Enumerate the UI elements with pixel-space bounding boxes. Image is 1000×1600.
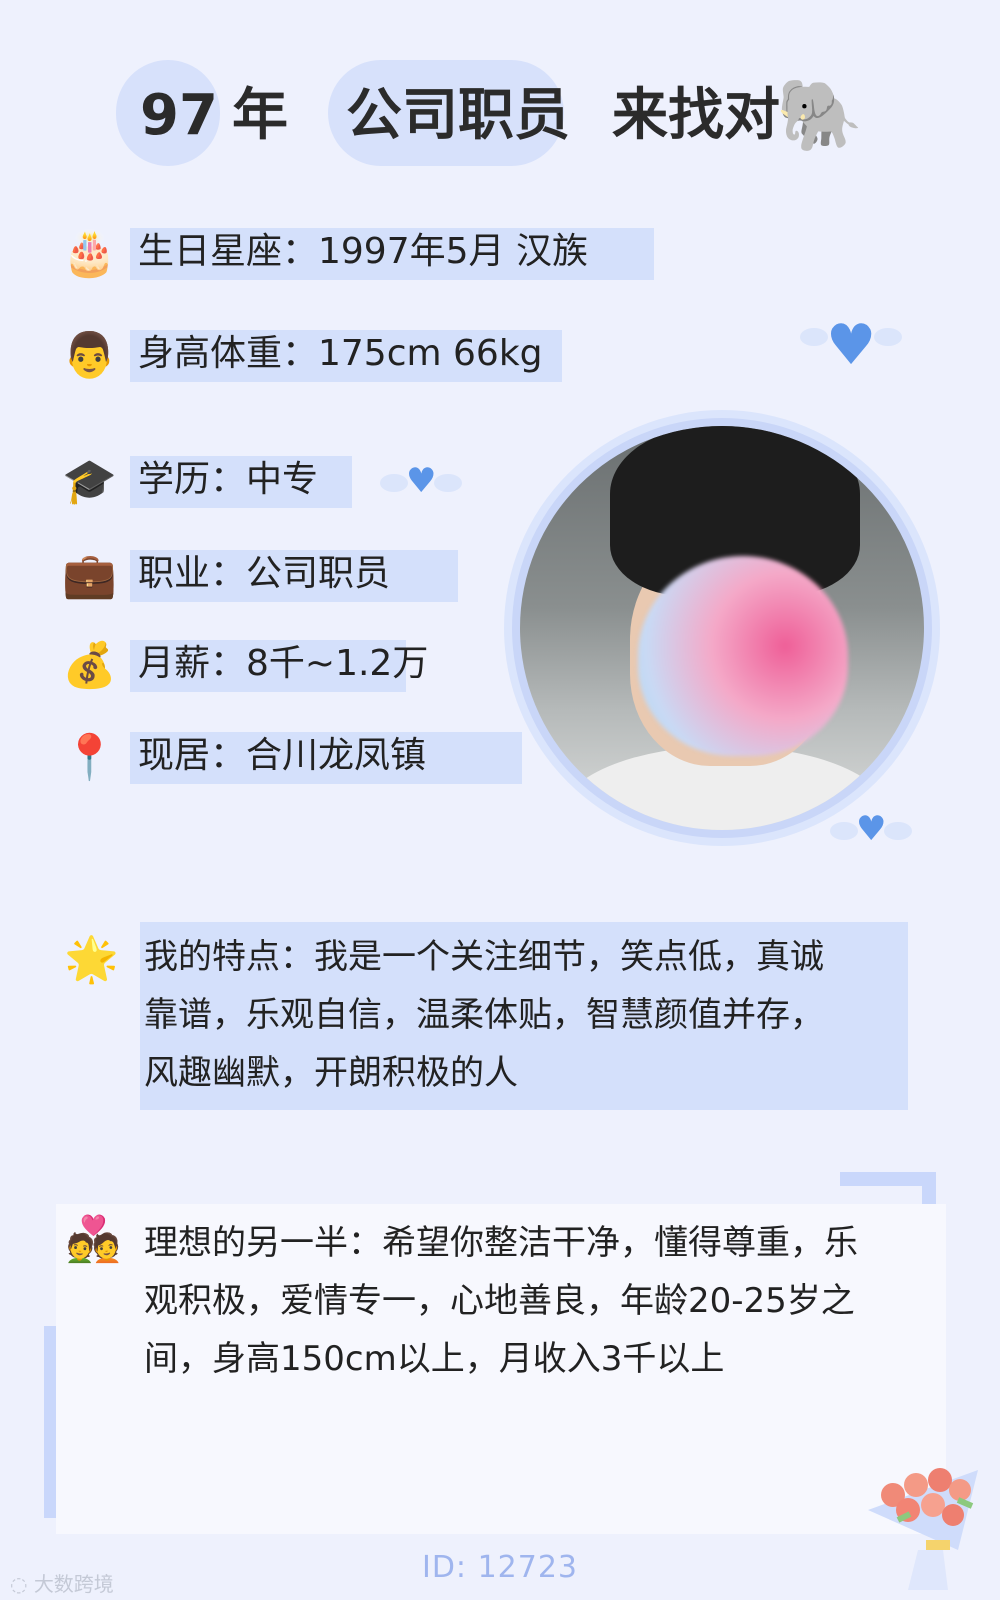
ideal-text: 理想的另一半：希望你整洁干净，懂得尊重，乐 观积极，爱情专一，心地善良，年龄20… [144, 1214, 858, 1388]
small-heart-icon: ♥ [379, 461, 464, 501]
salary-label: 月薪：8千~1.2万 [138, 643, 429, 684]
year-number: 97 [140, 83, 218, 148]
detail-row-height-weight: 👨 身高体重：175cm 66kg [0, 324, 570, 384]
traits-line-3: 风趣幽默，开朗积极的人 [144, 1053, 518, 1093]
watermark: ◌ 大数跨境 [10, 1568, 114, 1597]
ideal-line-1: 理想的另一半：希望你整洁干净，懂得尊重，乐 [144, 1223, 858, 1263]
birthday-label: 生日星座：1997年5月 汉族 [138, 231, 588, 272]
briefcase-icon: 💼 [62, 550, 117, 601]
graduation-cap-icon: 🎓 [62, 456, 117, 507]
profile-photo [520, 426, 924, 830]
detail-row-residence: 📍 现居：合川龙凤镇 [0, 726, 525, 786]
money-bag-icon: 💰 [62, 640, 117, 691]
cake-icon: 🎂 [62, 228, 117, 279]
traits-text: 我的特点：我是一个关注细节，笑点低，真诚 靠谱，乐观自信，温柔体贴，智慧颜值并存… [144, 928, 824, 1102]
detail-row-salary: 💰 月薪：8千~1.2万 [0, 634, 428, 694]
profile-id: ID: 12723 [421, 1550, 579, 1585]
seek-text: 来找对 [612, 83, 780, 148]
winged-heart-icon: ♥ [799, 313, 903, 378]
detail-row-occupation: 💼 职业：公司职员 [0, 544, 460, 604]
watermark-text: 大数跨境 [33, 1572, 114, 1596]
location-pin-icon: 📍 [62, 732, 117, 783]
traits-line-1: 我的特点：我是一个关注细节，笑点低，真诚 [144, 937, 824, 977]
traits-line-2: 靠谱，乐观自信，温柔体贴，智慧颜值并存， [144, 995, 824, 1035]
face-cover-heart-icon [638, 556, 848, 756]
detail-row-birthday: 🎂 生日星座：1997年5月 汉族 [0, 222, 660, 282]
ideal-line-3: 间，身高150cm以上，月收入3千以上 [144, 1339, 725, 1379]
avatar [512, 418, 932, 838]
title-row: 97 年 公司职员 来找对 🐘 [0, 60, 1000, 170]
year-suffix: 年 [232, 83, 288, 148]
elephant-icon: 🐘 [776, 74, 864, 156]
glowing-star-icon: 🌟 [64, 934, 119, 985]
couple-heart-icon: 💑 [66, 1214, 121, 1265]
occupation-label: 职业：公司职员 [138, 553, 391, 594]
man-face-icon: 👨 [62, 330, 117, 381]
ideal-line-2: 观积极，爱情专一，心地善良，年龄20-25岁之 [144, 1281, 855, 1321]
job-title: 公司职员 [346, 83, 570, 148]
height-weight-label: 身高体重：175cm 66kg [138, 333, 543, 374]
detail-row-education: 🎓 学历：中专 [0, 450, 360, 510]
residence-label: 现居：合川龙凤镇 [138, 735, 427, 776]
watermark-logo-icon: ◌ [10, 1572, 28, 1596]
education-label: 学历：中专 [138, 459, 319, 500]
